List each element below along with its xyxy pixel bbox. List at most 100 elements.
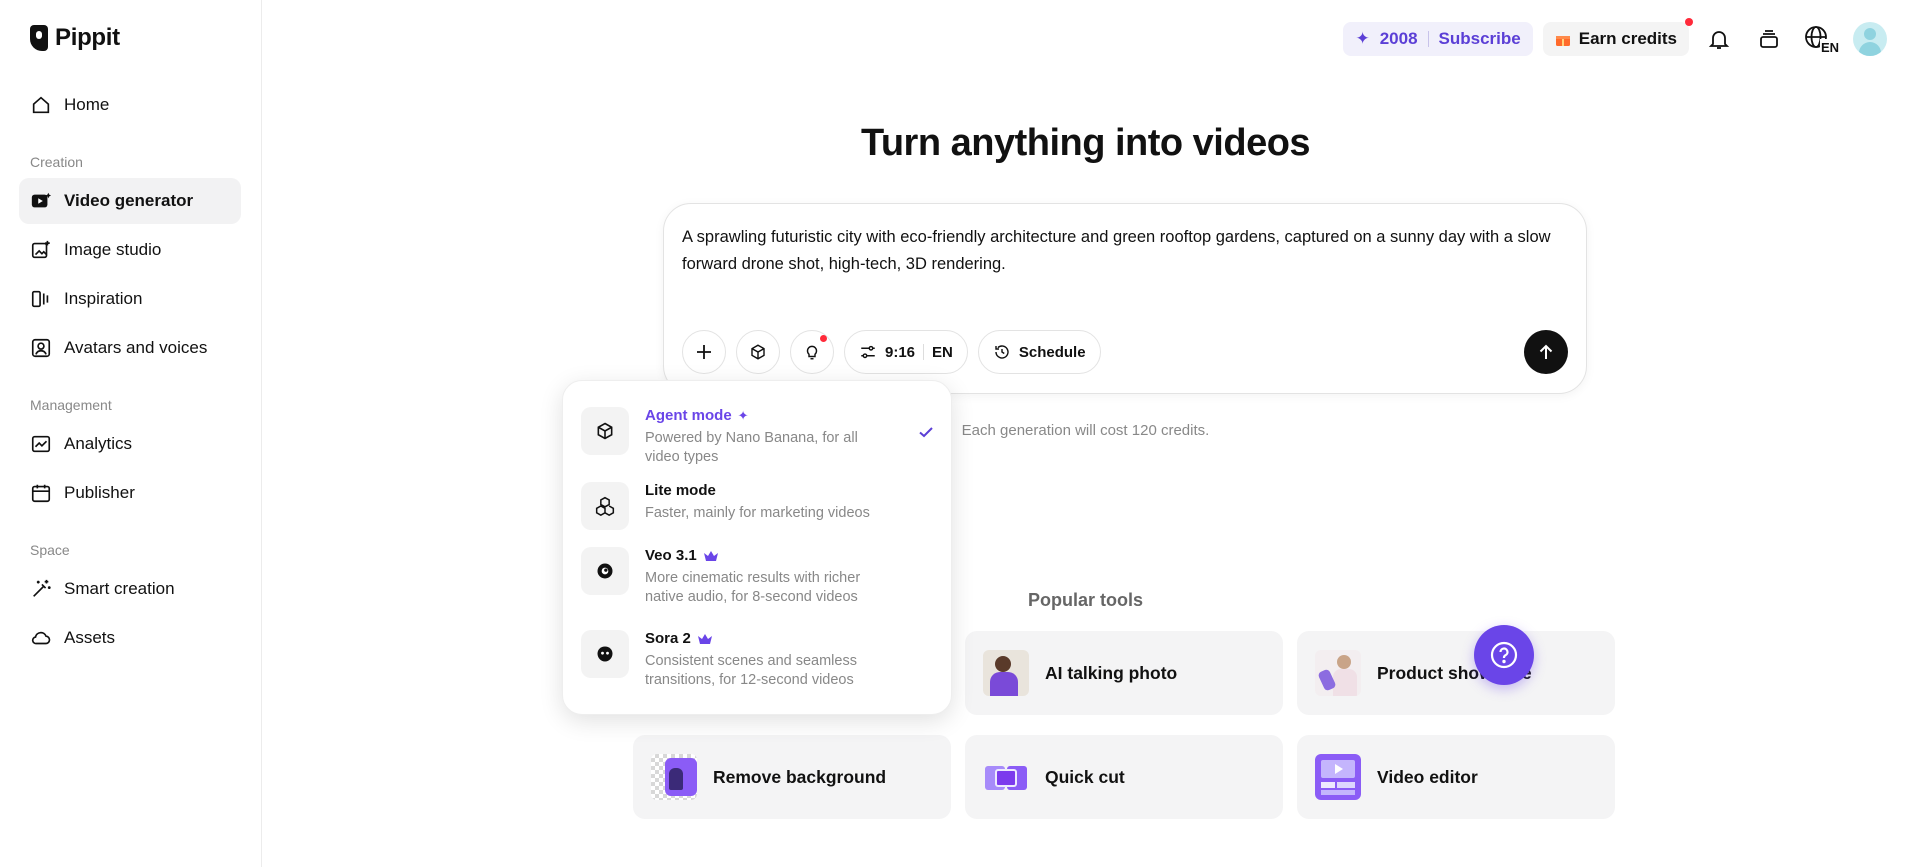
mode-option-veo[interactable]: Veo 3.1 More cinematic results with rich… [581, 547, 935, 607]
bell-icon [1708, 31, 1730, 49]
section-creation: Creation [30, 154, 83, 170]
add-button[interactable] [682, 330, 726, 374]
send-button[interactable] [1524, 330, 1568, 374]
earn-credits-label: Earn credits [1578, 29, 1677, 48]
sidebar-item-inspiration[interactable]: Inspiration [19, 276, 241, 322]
mode-title: Sora 2 [645, 630, 895, 647]
check-icon [919, 427, 933, 438]
help-button[interactable] [1474, 625, 1534, 685]
sidebar-item-label: Avatars and voices [64, 338, 208, 357]
avatar-icon [31, 338, 51, 358]
product-showcase-thumbnail [1315, 650, 1361, 696]
earn-credits-button[interactable]: Earn credits [1542, 18, 1693, 56]
sidebar-item-label: Assets [64, 628, 116, 647]
mode-button[interactable] [736, 330, 780, 374]
credits-count: 2008 [1379, 29, 1418, 48]
notification-dot [1685, 18, 1693, 26]
tool-label: AI talking photo [1045, 662, 1178, 683]
credits-pill[interactable]: ✦ 2008 Subscribe [1343, 22, 1533, 56]
sidebar: Pippit Home Creation Video generator Ima… [0, 0, 262, 867]
analytics-icon [31, 435, 51, 453]
sidebar-item-label: Video generator [64, 191, 194, 210]
sidebar-item-label: Analytics [64, 434, 133, 453]
video-generator-icon [31, 192, 52, 208]
sidebar-item-smart-creation[interactable]: Smart creation [19, 566, 241, 612]
subscribe-button[interactable]: Subscribe [1439, 29, 1521, 49]
mode-title: Agent mode ✦ [645, 407, 749, 424]
logo-mark-icon [30, 25, 48, 51]
sidebar-item-video-generator[interactable]: Video generator [19, 178, 241, 224]
tool-card-ai-talking-photo[interactable]: AI talking photo [965, 631, 1283, 715]
tool-card-quick-cut[interactable]: Quick cut [965, 735, 1283, 819]
cube-icon [751, 344, 765, 360]
magic-wand-icon [33, 579, 51, 597]
crown-icon [697, 633, 712, 644]
sora-icon [581, 630, 629, 678]
tool-label: Quick cut [1045, 766, 1125, 787]
divider [923, 344, 925, 360]
mode-description: Faster, mainly for marketing videos [645, 505, 870, 521]
app-root: Pippit Home Creation Video generator Ima… [0, 0, 1909, 867]
top-bar: ✦ 2008 Subscribe Earn credits EN [1343, 18, 1887, 56]
sidebar-item-assets[interactable]: Assets [19, 615, 241, 661]
wallet-button[interactable] [1749, 22, 1789, 56]
mode-title: Lite mode [645, 482, 716, 499]
stack-icon [1760, 30, 1778, 48]
page-title: Turn anything into videos [860, 122, 1311, 164]
popular-tools-title: Popular tools [1027, 590, 1143, 610]
sparkle-icon: ✦ [1355, 29, 1370, 48]
sidebar-item-label: Inspiration [64, 289, 143, 308]
section-space: Space [30, 542, 70, 558]
tool-card-video-editor[interactable]: Video editor [1297, 735, 1615, 819]
mode-menu: Agent mode ✦ Powered by Nano Banana, for… [562, 380, 952, 715]
sidebar-item-label: Publisher [64, 483, 135, 502]
language-code: EN [1821, 40, 1839, 54]
tool-label: Video editor [1377, 766, 1478, 787]
home-icon [32, 96, 50, 114]
inspiration-icon [31, 290, 49, 308]
section-management: Management [30, 397, 112, 413]
sidebar-item-avatars-voices[interactable]: Avatars and voices [19, 325, 241, 371]
ideas-button[interactable] [790, 330, 834, 374]
mode-option-agent[interactable]: Agent mode ✦ Powered by Nano Banana, for… [581, 407, 935, 467]
mode-description: Powered by Nano Banana, for all video ty… [645, 430, 858, 465]
cubes-icon [581, 482, 629, 530]
video-editor-thumbnail [1315, 754, 1361, 800]
mode-description: More cinematic results with richer nativ… [645, 570, 861, 605]
tool-card-product-showcase[interactable]: Product showcase [1297, 631, 1615, 715]
calendar-icon [31, 484, 51, 503]
user-avatar[interactable] [1853, 22, 1887, 56]
divider [1427, 31, 1429, 47]
schedule-label: Schedule [1018, 343, 1086, 361]
remove-background-thumbnail [651, 754, 697, 800]
history-icon [995, 345, 1009, 359]
quick-cut-thumbnail [983, 754, 1029, 800]
notifications-button[interactable] [1699, 22, 1739, 56]
prompt-box: A sprawling futuristic city with eco-fri… [663, 203, 1587, 394]
mode-title: Veo 3.1 [645, 547, 895, 564]
cube-icon [581, 407, 629, 455]
tool-card-remove-background[interactable]: Remove background [633, 735, 951, 819]
mode-option-sora[interactable]: Sora 2 Consistent scenes and seamless tr… [581, 630, 935, 690]
mode-option-lite[interactable]: Lite mode Faster, mainly for marketing v… [581, 482, 935, 530]
cloud-icon [31, 631, 51, 645]
tool-label: Remove background [713, 766, 887, 787]
talking-photo-thumbnail [983, 650, 1029, 696]
language-value: EN [932, 343, 953, 361]
app-logo[interactable]: Pippit [30, 24, 120, 52]
prompt-toolbar: 9:16 EN Schedule [682, 330, 1101, 374]
sidebar-item-image-studio[interactable]: Image studio [19, 227, 241, 273]
sidebar-item-home[interactable]: Home [19, 82, 241, 128]
schedule-button[interactable]: Schedule [977, 330, 1101, 374]
sidebar-item-publisher[interactable]: Publisher [19, 470, 241, 516]
settings-button[interactable]: 9:16 EN [844, 330, 968, 374]
lightbulb-icon [806, 345, 818, 360]
notification-dot [820, 335, 827, 342]
mode-description: Consistent scenes and seamless transitio… [645, 653, 857, 688]
veo-icon [581, 547, 629, 595]
prompt-input[interactable]: A sprawling futuristic city with eco-fri… [682, 224, 1562, 278]
language-button[interactable]: EN [1799, 22, 1843, 56]
aspect-ratio-value: 9:16 [885, 343, 916, 361]
sidebar-item-analytics[interactable]: Analytics [19, 421, 241, 467]
image-studio-icon [31, 240, 50, 259]
